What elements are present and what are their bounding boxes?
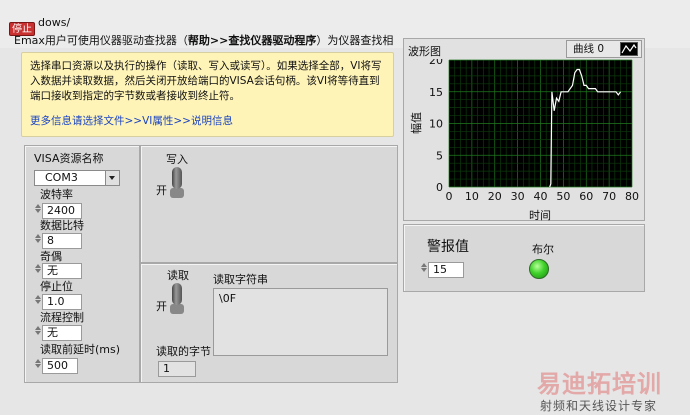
x-axis-label: 时间	[529, 209, 551, 221]
y-tick-label: 10	[429, 118, 443, 131]
watermark-tagline: 射频和天线设计专家	[540, 399, 658, 413]
data-bits-spinner-icon[interactable]	[34, 233, 41, 247]
x-tick-label: 0	[446, 190, 453, 203]
stop-bits-label: 停止位	[40, 280, 73, 293]
data-bits-field[interactable]: 8	[42, 233, 82, 249]
x-tick-label: 80	[625, 190, 639, 203]
flow-control-label: 流程控制	[40, 311, 84, 324]
description-note: 选择串口资源以及执行的操作（读取、写入或读写）。如果选择全部，VI将写入数据并读…	[21, 52, 394, 137]
graph-title: 波形图	[408, 45, 441, 58]
y-tick-label: 15	[429, 86, 443, 99]
read-label: 读取	[167, 269, 189, 282]
waveform-chart: 0 10 20 30 40 50 60 70 80 0 5 10 15 20 幅值 时间	[410, 59, 639, 221]
note-text: 选择串口资源以及执行的操作（读取、写入或读写）。如果选择全部，VI将写入数据并读…	[30, 60, 382, 102]
read-string-display: \0F	[213, 288, 388, 356]
baud-rate-spinner-icon[interactable]	[34, 203, 41, 217]
read-delay-field[interactable]: 500	[42, 358, 78, 374]
x-tick-label: 20	[488, 190, 502, 203]
write-toggle-switch[interactable]	[172, 167, 182, 189]
read-delay-label: 读取前延时(ms)	[40, 343, 121, 356]
stop-bits-spinner-icon[interactable]	[34, 294, 41, 308]
flow-control-field[interactable]: 无	[42, 325, 82, 341]
alarm-value-field[interactable]: 15	[428, 262, 464, 278]
header-line2-post: ）为仪器查找相	[316, 34, 394, 47]
x-tick-label: 10	[465, 190, 479, 203]
note-links[interactable]: 更多信息请选择文件>>VI属性>>说明信息	[30, 114, 385, 129]
write-toggle-base	[170, 188, 184, 198]
bytes-read-label: 读取的字节	[156, 345, 211, 358]
visa-resource-value: COM3	[45, 171, 78, 184]
write-on-label: 开	[156, 184, 167, 197]
read-string-label: 读取字符串	[213, 273, 268, 286]
plot-line-icon[interactable]	[620, 42, 638, 56]
alarm-label: 警报值	[427, 239, 469, 255]
alarm-panel	[403, 224, 645, 292]
visa-resource-label: VISA资源名称	[34, 152, 104, 165]
write-label: 写入	[166, 153, 188, 166]
y-tick-label: 0	[436, 181, 443, 194]
x-tick-label: 30	[511, 190, 525, 203]
visa-resource-select[interactable]: COM3	[34, 170, 120, 186]
parity-spinner-icon[interactable]	[34, 263, 41, 277]
read-on-label: 开	[156, 300, 167, 313]
read-delay-spinner-icon[interactable]	[34, 358, 41, 372]
header-line2-pre: Emax用户可使用仪器驱动查找器（	[14, 34, 188, 47]
x-tick-label: 40	[534, 190, 548, 203]
flow-control-spinner-icon[interactable]	[34, 325, 41, 339]
watermark-logo: 易迪拓培训	[537, 370, 662, 398]
parity-field[interactable]: 无	[42, 263, 82, 279]
x-tick-label: 50	[556, 190, 570, 203]
bytes-read-display: 1	[158, 361, 196, 377]
data-bits-label: 数据比特	[40, 219, 84, 232]
header-title-line1: dows/	[38, 16, 71, 29]
alarm-spinner-icon[interactable]	[420, 262, 427, 276]
read-toggle-switch[interactable]	[172, 283, 182, 305]
x-tick-label: 60	[579, 190, 593, 203]
x-tick-label: 70	[602, 190, 616, 203]
legend-label: 曲线 0	[573, 43, 605, 55]
boolean-label: 布尔	[532, 243, 554, 256]
read-toggle-base	[170, 304, 184, 314]
boolean-led-indicator	[529, 259, 549, 279]
stop-bits-field[interactable]: 1.0	[42, 294, 82, 310]
baud-rate-label: 波特率	[40, 188, 73, 201]
y-tick-label: 20	[429, 59, 443, 67]
y-tick-label: 5	[436, 149, 443, 162]
y-axis-label: 幅值	[410, 112, 423, 134]
header-title-line2: Emax用户可使用仪器驱动查找器（帮助>>查找仪器驱动程序）为仪器查找相	[14, 32, 393, 48]
header-line2-bold[interactable]: 帮助>>查找仪器驱动程序	[188, 34, 316, 47]
chevron-down-icon[interactable]	[105, 171, 119, 185]
read-string-value: \0F	[219, 292, 237, 305]
parity-label: 奇偶	[40, 250, 62, 263]
